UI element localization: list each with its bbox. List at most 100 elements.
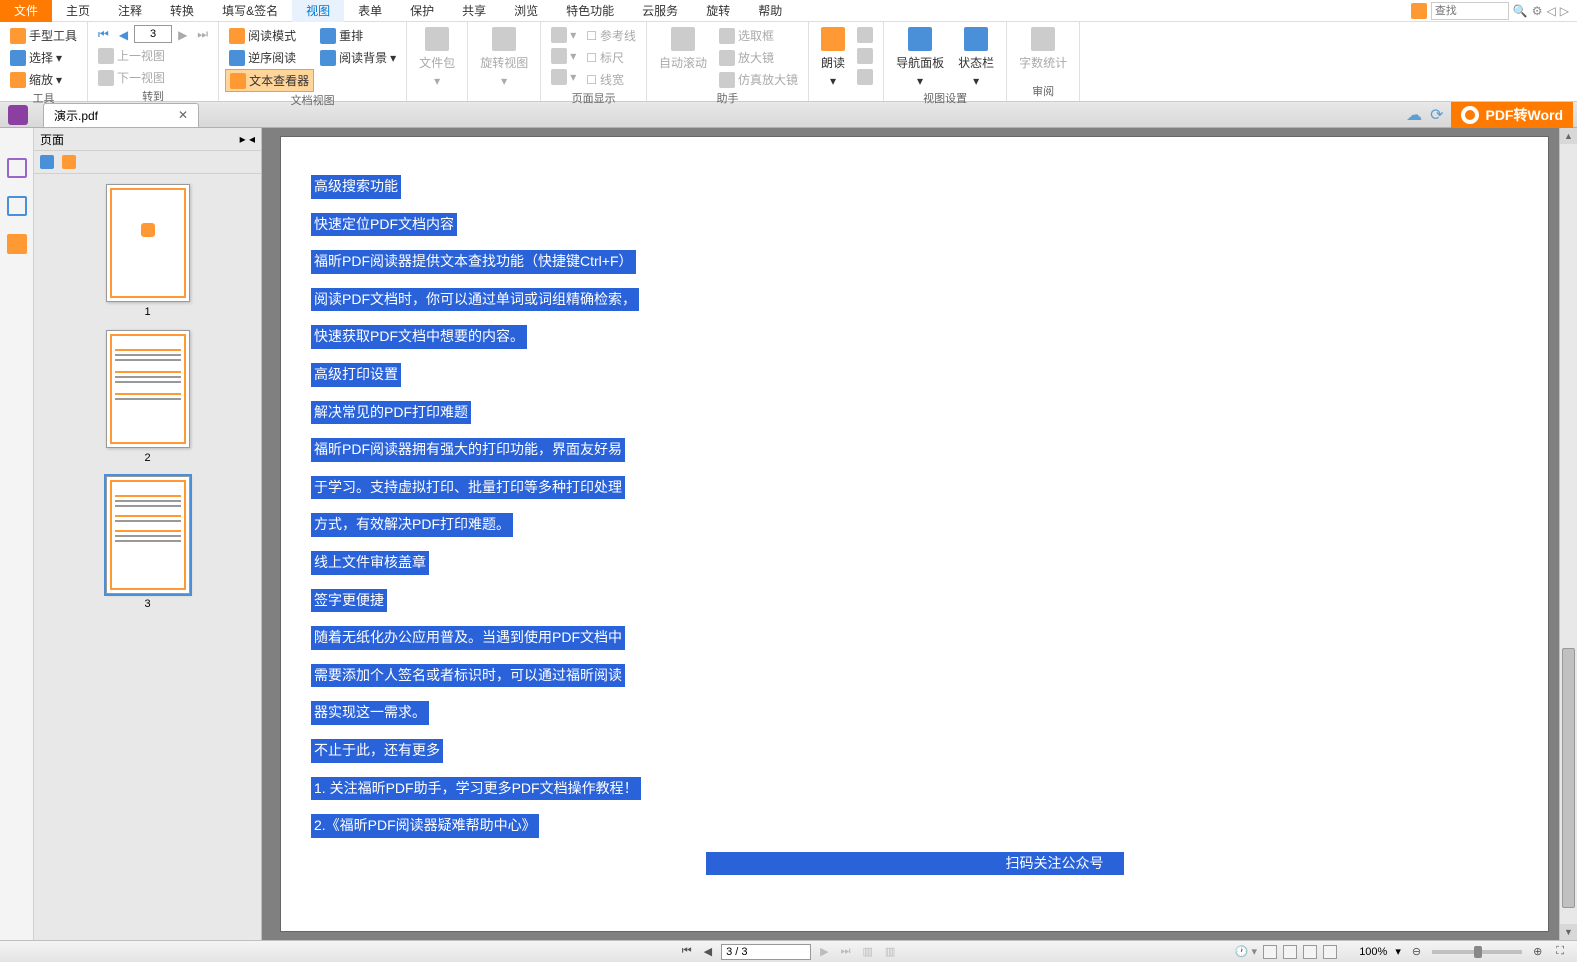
page-number-input[interactable] bbox=[134, 25, 172, 43]
search-icon[interactable]: 🔍 bbox=[1513, 4, 1528, 18]
view-single-icon[interactable] bbox=[1263, 945, 1277, 959]
thumbnails-title: 页面 bbox=[40, 131, 64, 148]
sync-icon[interactable]: ⟳ bbox=[1430, 105, 1443, 125]
layout1-button[interactable]: ▾ bbox=[547, 25, 580, 45]
menu-fill-sign[interactable]: 填写&签名 bbox=[208, 0, 292, 22]
first-page-button[interactable]: ⏮ bbox=[94, 25, 113, 44]
clock-icon[interactable]: 🕐 ▾ bbox=[1235, 945, 1257, 959]
nav-back-icon[interactable]: ◁ bbox=[1547, 4, 1556, 18]
status-bar-button[interactable]: 状态栏▾ bbox=[952, 25, 1000, 90]
loupe-button[interactable]: 仿真放大镜 bbox=[715, 69, 802, 90]
thumb-tool2-icon[interactable] bbox=[62, 155, 76, 169]
zoom-in-button[interactable]: ⊕ bbox=[1530, 945, 1545, 958]
read-bg-button[interactable]: 阅读背景 ▾ bbox=[316, 47, 400, 68]
reorder-button[interactable]: 重排 bbox=[316, 25, 400, 46]
menu-view[interactable]: 视图 bbox=[292, 0, 344, 22]
comments-panel-icon[interactable] bbox=[7, 234, 27, 254]
menu-rotate[interactable]: 旋转 bbox=[692, 0, 744, 22]
menu-help[interactable]: 帮助 bbox=[744, 0, 796, 22]
thumb-tool1-icon[interactable] bbox=[40, 155, 54, 169]
menu-convert[interactable]: 转换 bbox=[156, 0, 208, 22]
lineweight-check[interactable]: ☐ 线宽 bbox=[582, 69, 640, 90]
magnifier-button[interactable]: 放大镜 bbox=[715, 47, 802, 68]
last-page-button[interactable]: ⏭ bbox=[193, 25, 212, 44]
scroll-thumb[interactable] bbox=[1562, 648, 1575, 908]
menu-share[interactable]: 共享 bbox=[448, 0, 500, 22]
ribbon-group-docview: 阅读模式 逆序阅读 文本查看器 重排 阅读背景 ▾ 文档视图 bbox=[219, 22, 407, 101]
autoscroll-button[interactable]: 自动滚动 bbox=[653, 25, 713, 90]
thumbnail-2[interactable]: 2 bbox=[34, 330, 261, 464]
bookmarks-panel-icon[interactable] bbox=[7, 158, 27, 178]
pages-panel-icon[interactable] bbox=[7, 196, 27, 216]
close-panel-icon[interactable]: ◂ bbox=[249, 132, 255, 146]
next-view-button[interactable]: 下一视图 bbox=[94, 67, 212, 88]
left-sidebar bbox=[0, 128, 34, 940]
file-package-button[interactable]: 文件包▾ bbox=[413, 25, 461, 90]
group-label-view-settings: 视图设置 bbox=[890, 90, 1000, 108]
vertical-scrollbar[interactable]: ▲ ▼ bbox=[1559, 128, 1577, 940]
status-bar: ⏮ ◀ ▶ ⏭ ▥ ▥ 🕐 ▾ 100% ▾ ⊖ ⊕ ⛶ bbox=[0, 940, 1577, 962]
select-tool-button[interactable]: 选择 ▾ bbox=[6, 47, 81, 68]
ribbon-group-tools: 手型工具 选择 ▾ 缩放 ▾ 工具 bbox=[0, 22, 88, 101]
menu-home[interactable]: 主页 bbox=[52, 0, 104, 22]
search-input[interactable] bbox=[1431, 2, 1509, 20]
guides-check[interactable]: ☐ 参考线 bbox=[582, 25, 640, 46]
thumbnail-1[interactable]: 1 bbox=[34, 184, 261, 318]
close-tab-icon[interactable]: ✕ bbox=[178, 108, 188, 122]
read-mode-button[interactable]: 阅读模式 bbox=[225, 25, 314, 46]
pdf-to-word-button[interactable]: PDF转Word bbox=[1451, 102, 1573, 128]
next-page-status[interactable]: ▶ bbox=[817, 945, 831, 958]
page-canvas[interactable]: 高级搜索功能 快速定位PDF文档内容 福昕PDF阅读器提供文本查找功能（快捷键C… bbox=[280, 136, 1549, 932]
menu-protect[interactable]: 保护 bbox=[396, 0, 448, 22]
menu-form[interactable]: 表单 bbox=[344, 0, 396, 22]
marquee-button[interactable]: 选取框 bbox=[715, 25, 802, 46]
last-page-status[interactable]: ⏭ bbox=[838, 945, 854, 958]
nav-fwd-icon[interactable]: ▷ bbox=[1560, 4, 1569, 18]
read-opt3[interactable] bbox=[853, 67, 877, 87]
view-cover-icon[interactable] bbox=[1323, 945, 1337, 959]
word-count-button[interactable]: 字数统计 bbox=[1013, 25, 1073, 73]
prev-page-status[interactable]: ◀ bbox=[701, 945, 715, 958]
scroll-up-icon[interactable]: ▲ bbox=[1560, 128, 1577, 144]
next-view-icon bbox=[98, 70, 114, 86]
ruler-check[interactable]: ☐ 标尺 bbox=[582, 47, 640, 68]
prev-page-button[interactable]: ◀ bbox=[115, 25, 132, 44]
settings-icon[interactable]: ⚙ bbox=[1532, 4, 1543, 18]
view-facing-icon[interactable] bbox=[1303, 945, 1317, 959]
nav-panel-button[interactable]: 导航面板▾ bbox=[890, 25, 950, 90]
prev-view-button[interactable]: 上一视图 bbox=[94, 45, 212, 66]
zoom-out-button[interactable]: ⊖ bbox=[1409, 945, 1424, 958]
scroll-down-icon[interactable]: ▼ bbox=[1560, 924, 1577, 940]
first-page-status[interactable]: ⏮ bbox=[679, 945, 695, 958]
menu-file[interactable]: 文件 bbox=[0, 0, 52, 22]
document-tab[interactable]: 演示.pdf ✕ bbox=[43, 103, 199, 127]
cloud-icon[interactable]: ☁ bbox=[1406, 105, 1422, 125]
view-continuous-icon[interactable] bbox=[1283, 945, 1297, 959]
zoom-slider-handle[interactable] bbox=[1474, 946, 1482, 958]
ribbon-group-filepack: 文件包▾ bbox=[407, 22, 468, 101]
read-opt2[interactable] bbox=[853, 46, 877, 66]
page-nav1[interactable]: ▥ bbox=[859, 945, 875, 958]
layout3-button[interactable]: ▾ bbox=[547, 67, 580, 87]
menu-browse[interactable]: 浏览 bbox=[500, 0, 552, 22]
menu-cloud[interactable]: 云服务 bbox=[628, 0, 692, 22]
reverse-read-button[interactable]: 逆序阅读 bbox=[225, 47, 314, 68]
zoom-slider[interactable] bbox=[1432, 950, 1522, 954]
rotate-view-button[interactable]: 旋转视图▾ bbox=[474, 25, 534, 90]
page-indicator-input[interactable] bbox=[721, 944, 811, 960]
hand-tool-button[interactable]: 手型工具 bbox=[6, 25, 81, 46]
zoom-dropdown-icon[interactable]: ▾ bbox=[1395, 945, 1401, 958]
selected-text: 1. 关注福昕PDF助手，学习更多PDF文档操作教程！ bbox=[311, 777, 641, 801]
page-nav2[interactable]: ▥ bbox=[882, 945, 898, 958]
text-viewer-button[interactable]: 文本查看器 bbox=[225, 69, 314, 92]
collapse-panel-icon[interactable]: ▸ bbox=[240, 132, 246, 146]
layout2-button[interactable]: ▾ bbox=[547, 46, 580, 66]
menu-annotate[interactable]: 注释 bbox=[104, 0, 156, 22]
read-aloud-button[interactable]: 朗读▾ bbox=[815, 25, 851, 99]
next-page-button[interactable]: ▶ bbox=[174, 25, 191, 44]
thumbnail-3[interactable]: 3 bbox=[34, 476, 261, 610]
read-opt1[interactable] bbox=[853, 25, 877, 45]
fullscreen-icon[interactable]: ⛶ bbox=[1553, 945, 1567, 958]
menu-features[interactable]: 特色功能 bbox=[552, 0, 628, 22]
zoom-tool-button[interactable]: 缩放 ▾ bbox=[6, 69, 81, 90]
